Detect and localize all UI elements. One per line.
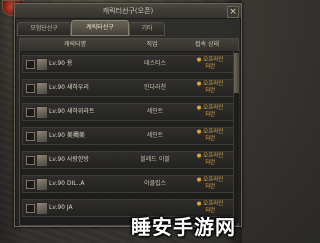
- status-badge: ● 오프라인 저런: [187, 105, 233, 119]
- status-text: 오프라인: [203, 105, 224, 111]
- row-checkbox[interactable]: [26, 60, 35, 69]
- status-text: 오프라인: [203, 153, 224, 159]
- character-job: 이클립스: [143, 180, 167, 187]
- status-dot-icon: ●: [196, 81, 202, 87]
- status-dot-icon: ●: [196, 153, 202, 159]
- status-text: 오프라인: [203, 57, 224, 63]
- character-level-name: Lv.90 美獨美: [49, 132, 85, 139]
- tab-adventure-group[interactable]: 모험단선구: [17, 22, 71, 36]
- status-badge: ● 오프라인 저런: [187, 129, 233, 143]
- character-portrait: [36, 58, 48, 71]
- character-portrait: [36, 202, 48, 215]
- table-row[interactable]: Lv.90 새하우리 인다라천 ● 오프라인 저런: [22, 79, 236, 97]
- table-row[interactable]: Lv.90 새하위라트 세인트 ● 오프라인 저런: [22, 103, 236, 121]
- character-job: 인다라천: [143, 84, 167, 91]
- character-level-name: Lv.90 새하우리: [49, 84, 89, 91]
- character-job: 데스티스: [143, 60, 167, 67]
- scrollbar-thumb[interactable]: [234, 53, 239, 93]
- table-header: 캐릭터명 직업 접속 상태: [20, 39, 238, 52]
- header-status[interactable]: 접속 상태: [182, 39, 232, 51]
- character-level-name: Lv.90 사랑한방: [49, 156, 89, 163]
- character-portrait: [36, 154, 48, 167]
- tab-character-select[interactable]: 캐릭터선구: [71, 20, 129, 36]
- header-job[interactable]: 직업: [124, 39, 180, 51]
- character-level-name: Lv.90 JA: [49, 204, 73, 211]
- status-text: 오프라인: [203, 81, 224, 87]
- status-text: 오프라인: [203, 177, 224, 183]
- character-select-window: 캐릭터선구(오픈) × 모험단선구 캐릭터선구 기타 캐릭터명 직업 접속 상태…: [14, 3, 242, 227]
- status-subtext: 저런: [204, 184, 216, 190]
- character-level-name: Lv.90 DIL..A: [49, 180, 85, 187]
- status-dot-icon: ●: [196, 177, 202, 183]
- row-checkbox[interactable]: [26, 204, 35, 213]
- character-portrait: [36, 82, 48, 95]
- character-portrait: [36, 106, 48, 119]
- character-table: 캐릭터명 직업 접속 상태 Lv.90 용 데스티스 ● 오프라인 저런 Lv.9…: [19, 38, 239, 226]
- table-row[interactable]: Lv.90 美獨美 세인트 ● 오프라인 저런: [22, 127, 236, 145]
- status-badge: ● 오프라인 저런: [187, 153, 233, 167]
- status-dot-icon: ●: [196, 201, 202, 207]
- status-badge: ● 오프라인 저런: [187, 57, 233, 71]
- status-dot-icon: ●: [196, 57, 202, 63]
- row-checkbox[interactable]: [26, 108, 35, 117]
- character-job: 블레드 이블: [140, 156, 170, 163]
- character-portrait: [36, 178, 48, 191]
- status-subtext: 저런: [204, 160, 216, 166]
- window-title: 캐릭터선구(오픈): [15, 4, 241, 19]
- status-subtext: 저런: [204, 64, 216, 70]
- table-row[interactable]: Lv.90 용 데스티스 ● 오프라인 저런: [22, 55, 236, 73]
- status-dot-icon: ●: [196, 129, 202, 135]
- status-text: 오프라인: [203, 129, 224, 135]
- header-character-name[interactable]: 캐릭터명: [30, 39, 120, 51]
- row-checkbox[interactable]: [26, 132, 35, 141]
- character-job: 세인트: [146, 132, 164, 139]
- character-portrait: [36, 130, 48, 143]
- character-level-name: Lv.90 용: [49, 60, 73, 67]
- status-text: 오프라인: [203, 201, 224, 207]
- watermark-text: 睡安手游网: [131, 215, 236, 239]
- status-subtext: 저런: [204, 88, 216, 94]
- status-badge: ● 오프라인 저런: [187, 177, 233, 191]
- status-badge: ● 오프라인 저런: [187, 81, 233, 95]
- row-checkbox[interactable]: [26, 180, 35, 189]
- table-row[interactable]: Lv.90 사랑한방 블레드 이블 ● 오프라인 저런: [22, 151, 236, 169]
- row-checkbox[interactable]: [26, 84, 35, 93]
- status-dot-icon: ●: [196, 105, 202, 111]
- tab-other[interactable]: 기타: [129, 22, 165, 36]
- table-row[interactable]: Lv.90 DIL..A 이클립스 ● 오프라인 저런: [22, 175, 236, 193]
- tab-bar: 모험단선구 캐릭터선구 기타: [17, 20, 237, 36]
- row-checkbox[interactable]: [26, 156, 35, 165]
- table-scrollbar[interactable]: [233, 51, 239, 223]
- close-icon[interactable]: ×: [227, 6, 239, 18]
- status-subtext: 저런: [204, 136, 216, 142]
- character-level-name: Lv.90 새하위라트: [49, 108, 95, 115]
- character-job: 세인트: [146, 108, 164, 115]
- status-subtext: 저런: [204, 112, 216, 118]
